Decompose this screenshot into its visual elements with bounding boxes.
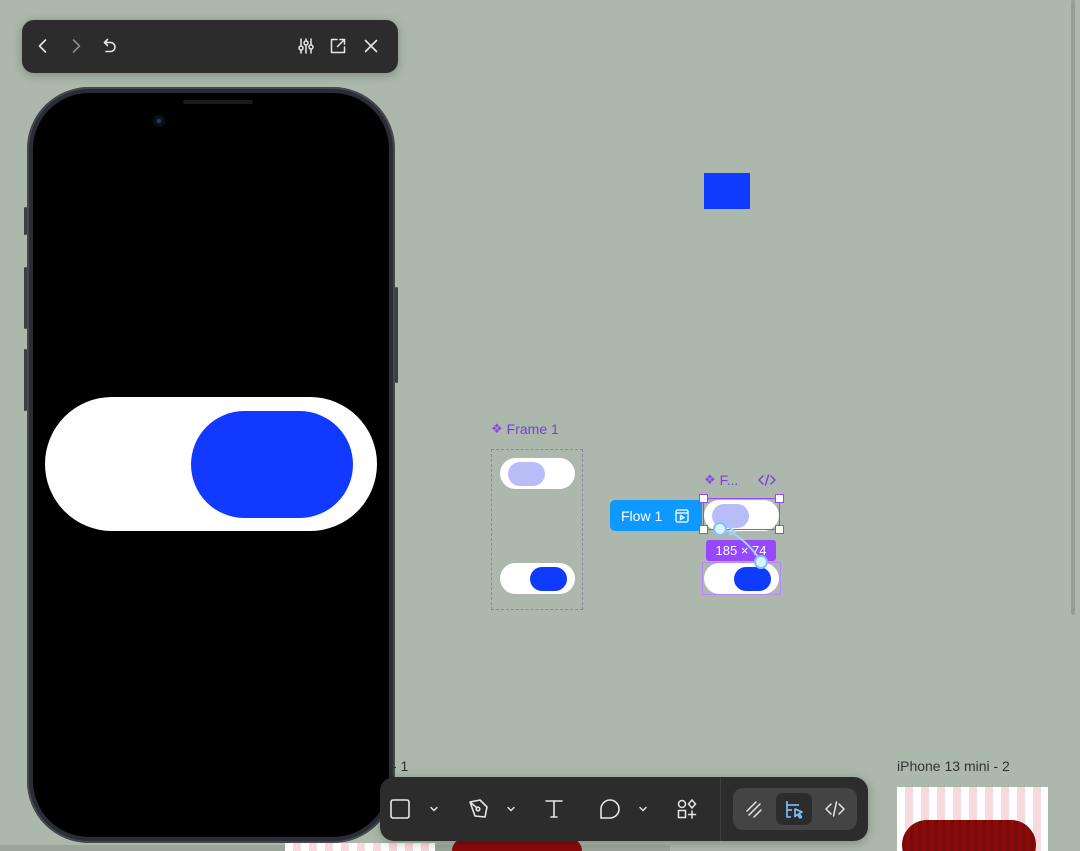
preview-toggle-switch[interactable]	[45, 397, 377, 531]
phone-speaker	[183, 100, 253, 104]
text-tool-icon[interactable]	[540, 795, 568, 823]
component-icon: ❖	[491, 421, 503, 436]
actions-tool-icon[interactable]	[673, 795, 701, 823]
main-toolbar	[380, 777, 868, 841]
resize-handle[interactable]	[775, 494, 784, 503]
comment-tool-icon[interactable]	[596, 795, 624, 823]
close-icon[interactable]	[359, 34, 383, 58]
toggle-knob	[530, 566, 567, 591]
draw-mode-icon[interactable]	[740, 795, 768, 823]
camera-icon	[153, 115, 165, 127]
blue-rectangle[interactable]	[704, 173, 750, 209]
restart-icon[interactable]	[97, 34, 121, 58]
frame1-name: Frame 1	[506, 421, 559, 437]
connection-node[interactable]	[754, 555, 768, 569]
sliders-icon[interactable]	[294, 34, 318, 58]
frame2-label[interactable]: ❖ F...	[704, 472, 738, 488]
frame-tool-icon[interactable]	[386, 795, 414, 823]
hover-outline	[702, 562, 781, 595]
open-external-icon[interactable]	[326, 34, 350, 58]
phone-side-button	[24, 207, 27, 235]
flow-starting-point[interactable]: Flow 1	[610, 500, 702, 531]
resize-handle[interactable]	[699, 525, 708, 534]
code-icon[interactable]	[756, 471, 778, 489]
component-icon: ❖	[704, 472, 716, 487]
dev-mode-icon[interactable]	[821, 795, 849, 823]
iphone2-frame[interactable]	[897, 787, 1048, 851]
frame2-name: F...	[719, 472, 739, 488]
toggle-on-variant[interactable]	[500, 563, 575, 594]
phone-side-button	[24, 349, 27, 411]
play-prototype-icon[interactable]	[674, 508, 690, 524]
toggle-knob	[508, 461, 545, 486]
toggle-off-variant[interactable]	[500, 458, 575, 489]
chevron-down-icon[interactable]	[505, 803, 517, 815]
pen-tool-icon[interactable]	[464, 795, 492, 823]
iphone2-pill-shape	[902, 820, 1036, 851]
phone-screen[interactable]	[33, 93, 389, 837]
chevron-down-icon[interactable]	[637, 803, 649, 815]
toolbar-divider	[720, 777, 721, 841]
chevron-down-icon[interactable]	[428, 803, 440, 815]
flow-label: Flow 1	[621, 507, 663, 524]
phone-side-button	[24, 267, 27, 329]
vertical-scrollbar[interactable]	[1071, 0, 1075, 615]
frame-label-partial[interactable]: - 1	[392, 758, 408, 774]
chevron-right-icon[interactable]	[64, 34, 88, 58]
preview-toolbar	[22, 20, 398, 73]
design-mode-icon[interactable]	[780, 795, 808, 823]
connection-node[interactable]	[713, 522, 727, 536]
chevron-left-icon[interactable]	[31, 34, 55, 58]
phone-side-button	[395, 287, 398, 383]
resize-handle[interactable]	[699, 494, 708, 503]
frame1[interactable]	[491, 449, 583, 610]
phone-preview	[24, 87, 398, 843]
preview-toggle-knob	[191, 411, 353, 518]
frame-preview-strip	[285, 843, 435, 851]
iphone2-frame-label[interactable]: iPhone 13 mini - 2	[897, 758, 1010, 774]
resize-handle[interactable]	[775, 525, 784, 534]
frame1-label[interactable]: ❖ Frame 1	[491, 421, 559, 437]
